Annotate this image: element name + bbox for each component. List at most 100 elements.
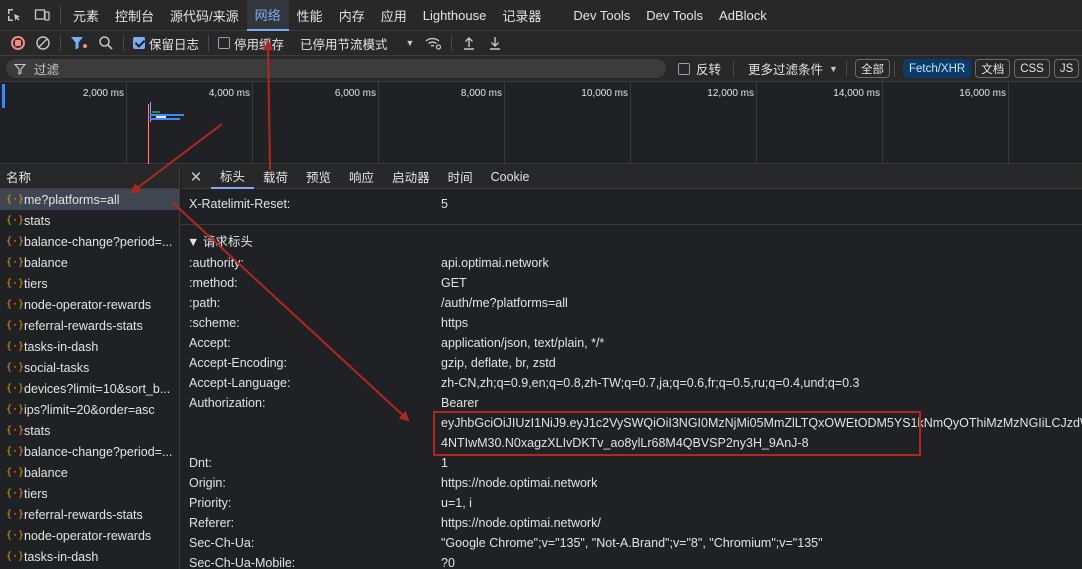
request-row[interactable]: {·} balance	[0, 462, 179, 483]
search-button[interactable]	[93, 31, 119, 56]
devtools-tabbar: 元素 控制台 源代码/来源 网络 性能 内存 应用 Lighthouse 记录器…	[0, 0, 1082, 31]
header-value: https://node.optimai.network/	[441, 516, 601, 530]
clear-button[interactable]	[30, 31, 56, 56]
request-row[interactable]: {·} referral-rewards-stats	[0, 504, 179, 525]
header-value: u=1, i	[441, 496, 472, 510]
throttle-label: 已停用节流模式	[300, 37, 388, 52]
preserve-log-checkbox[interactable]: 保留日志	[128, 31, 204, 56]
name-column-header[interactable]: 名称	[0, 165, 179, 189]
header-value: /auth/me?platforms=all	[441, 296, 568, 310]
dom-loaded-marker	[2, 84, 5, 108]
request-row[interactable]: {·} tiers	[0, 273, 179, 294]
filter-chip-all[interactable]: 全部	[854, 59, 890, 78]
tab-recorder[interactable]: 记录器	[494, 0, 549, 31]
filter-chip-js[interactable]: JS	[1053, 59, 1080, 78]
request-row[interactable]: {·} tiers	[0, 483, 179, 504]
header-name: :method:	[189, 276, 238, 290]
tab-divider	[60, 6, 61, 24]
tab-application[interactable]: 应用	[373, 0, 415, 31]
xhr-icon: {·}	[6, 467, 25, 478]
tab-timing[interactable]: 时间	[439, 165, 482, 189]
tab-preview[interactable]: 预览	[297, 165, 340, 189]
request-row[interactable]: {·} node-operator-rewards	[0, 294, 179, 315]
network-conditions-button[interactable]	[419, 31, 447, 56]
close-icon[interactable]: ✕	[181, 168, 211, 186]
tab-elements[interactable]: 元素	[65, 0, 107, 31]
xhr-icon: {·}	[6, 362, 25, 373]
record-button[interactable]	[6, 31, 30, 56]
tab-dev-tools-1[interactable]: Dev Tools	[565, 0, 638, 31]
header-value: ?0	[441, 556, 455, 569]
tab-response[interactable]: 响应	[340, 165, 383, 189]
search-icon	[99, 36, 113, 50]
import-har-button[interactable]	[456, 31, 482, 56]
tab-lighthouse[interactable]: Lighthouse	[415, 0, 495, 31]
filter-chip-doc[interactable]: 文档	[975, 59, 1011, 78]
caret-down-icon: ▼	[405, 38, 415, 48]
tick-label: 16,000 ms	[959, 88, 1006, 99]
filter-chip-fetch-xhr[interactable]: Fetch/XHR	[902, 59, 972, 78]
disable-cache-checkbox[interactable]: 停用缓存	[213, 31, 289, 56]
request-row[interactable]: {·} social-tasks	[0, 357, 179, 378]
tab-dev-tools-2[interactable]: Dev Tools	[638, 0, 711, 31]
tab-headers[interactable]: 标头	[211, 165, 255, 189]
header-name: :authority:	[189, 256, 244, 270]
header-name: Accept:	[189, 336, 231, 350]
request-row[interactable]: {·} devices?limit=10&sort_b...	[0, 378, 179, 399]
header-name: X-Ratelimit-Reset:	[189, 197, 291, 211]
tab-console[interactable]: 控制台	[107, 0, 162, 31]
header-value: https://node.optimai.network	[441, 476, 598, 490]
header-value: GET	[441, 276, 467, 290]
request-row[interactable]: {·} balance-change?period=...	[0, 231, 179, 252]
inspect-element-icon[interactable]	[0, 0, 28, 31]
grid-line	[756, 82, 757, 164]
header-value: zh-CN,zh;q=0.9,en;q=0.8,zh-TW;q=0.7,ja;q…	[441, 376, 860, 390]
request-row[interactable]: {·} tasks-in-dash	[0, 336, 179, 357]
record-stop-icon	[11, 36, 25, 50]
timeline-overview[interactable]: 2,000 ms 4,000 ms 6,000 ms 8,000 ms 10,0…	[0, 82, 1082, 164]
request-list: 名称 {·} me?platforms=all {·} stats {·} balan…	[0, 165, 180, 569]
tab-cookies[interactable]: Cookie	[482, 165, 539, 189]
tick-label: 2,000 ms	[82, 88, 124, 99]
tab-payload[interactable]: 载荷	[254, 165, 297, 189]
invert-checkbox[interactable]: 反转	[678, 59, 721, 78]
request-row[interactable]: {·} stats	[0, 420, 179, 441]
filter-toggle-button[interactable]	[65, 31, 93, 56]
filter-input[interactable]: 过滤	[6, 59, 666, 78]
header-value: Bearer	[441, 396, 479, 410]
request-row[interactable]: {·} ips?limit=20&order=asc	[0, 399, 179, 420]
tab-memory[interactable]: 内存	[331, 0, 373, 31]
throttle-select[interactable]: 已停用节流模式 ▼	[291, 31, 419, 56]
request-row[interactable]: {·} stats	[0, 210, 179, 231]
header-value: 1	[441, 456, 448, 470]
request-row[interactable]: {·} balance	[0, 252, 179, 273]
tab-performance[interactable]: 性能	[289, 0, 331, 31]
tab-initiator[interactable]: 启动器	[383, 165, 439, 189]
tab-adblock[interactable]: AdBlock	[711, 0, 775, 31]
xhr-icon: {·}	[6, 236, 25, 247]
grid-line	[882, 82, 883, 164]
request-row[interactable]: {·} me?platforms=all	[0, 189, 179, 210]
device-toolbar-icon[interactable]	[28, 0, 56, 31]
request-row[interactable]: {·} referral-rewards-stats	[0, 315, 179, 336]
tick-label: 4,000 ms	[208, 88, 250, 99]
more-filters-dropdown[interactable]: 更多过滤条件 ▼	[748, 59, 838, 78]
grid-line	[504, 82, 505, 164]
tab-network[interactable]: 网络	[246, 0, 289, 31]
header-name: Priority:	[189, 496, 232, 510]
request-row[interactable]: {·} balance-change?period=...	[0, 441, 179, 462]
filter-chip-css[interactable]: CSS	[1014, 59, 1050, 78]
toolbar-divider	[451, 35, 453, 51]
download-icon	[490, 37, 501, 50]
details-tabbar: ✕ 标头 载荷 预览 响应 启动器 时间 Cookie	[181, 165, 1082, 189]
request-row[interactable]: {·} node-operator-rewards	[0, 525, 179, 546]
request-bar	[152, 111, 160, 113]
xhr-icon: {·}	[6, 257, 25, 268]
tab-sources[interactable]: 源代码/来源	[162, 0, 247, 31]
export-har-button[interactable]	[482, 31, 508, 56]
disable-cache-label: 停用缓存	[234, 37, 285, 52]
request-bar	[156, 116, 166, 118]
request-row[interactable]: {·} tasks-in-dash	[0, 546, 179, 567]
header-name: Authorization:	[189, 396, 266, 410]
request-headers-section-toggle[interactable]: ▼ 请求标头	[187, 231, 253, 250]
